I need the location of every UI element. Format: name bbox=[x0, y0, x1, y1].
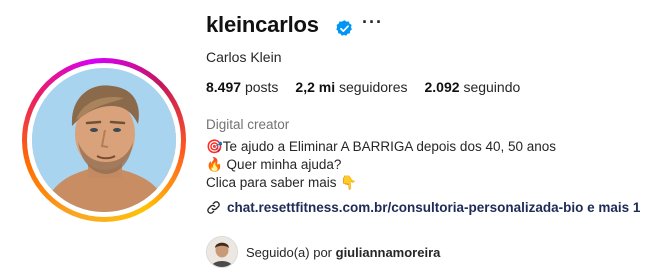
bio-line: Clica para saber mais 👇 bbox=[206, 175, 358, 190]
following-label: seguindo bbox=[463, 79, 521, 95]
follower-avatar[interactable] bbox=[206, 236, 238, 268]
profile-username: kleincarlos bbox=[206, 12, 319, 37]
posts-label: posts bbox=[244, 79, 279, 95]
bio-line: 🎯Te ajudo a Eliminar A BARRIGA depois do… bbox=[206, 139, 557, 154]
profile-stats: 8.497 posts 2,2 mi seguidores 2.092 segu… bbox=[206, 79, 520, 95]
followers-stat[interactable]: 2,2 mi seguidores bbox=[295, 79, 407, 95]
followed-by-text: Seguido(a) por giuliannamoreira bbox=[246, 245, 440, 260]
profile-avatar[interactable] bbox=[32, 68, 176, 212]
following-count: 2.092 bbox=[424, 79, 460, 95]
more-options-icon[interactable]: ··· bbox=[362, 12, 383, 33]
following-stat[interactable]: 2.092 seguindo bbox=[425, 79, 521, 95]
avatar-ring-gap bbox=[27, 63, 181, 217]
followed-by-user[interactable]: giuliannamoreira bbox=[336, 245, 441, 260]
profile-link[interactable]: chat.resettfitness.com.br/consultoria-pe… bbox=[206, 200, 640, 215]
profile-full-name: Carlos Klein bbox=[206, 49, 282, 65]
posts-count: 8.497 bbox=[206, 79, 242, 95]
posts-stat: 8.497 posts bbox=[206, 79, 278, 95]
profile-link-text[interactable]: chat.resettfitness.com.br/consultoria-pe… bbox=[227, 200, 640, 215]
profile-avatar-ring[interactable] bbox=[22, 58, 186, 222]
followed-by-prefix: Seguido(a) por bbox=[246, 244, 332, 260]
profile-category: Digital creator bbox=[206, 117, 290, 132]
follower-avatar-illustration bbox=[207, 237, 237, 267]
followers-label: seguidores bbox=[339, 79, 408, 95]
bio-line: 🔥 Quer minha ajuda? bbox=[206, 157, 342, 172]
followed-by-row[interactable]: Seguido(a) por giuliannamoreira bbox=[206, 236, 440, 268]
profile-bio: 🎯Te ajudo a Eliminar A BARRIGA depois do… bbox=[206, 138, 556, 192]
avatar-portrait-illustration bbox=[32, 68, 176, 212]
link-icon bbox=[207, 201, 220, 214]
followers-count: 2,2 mi bbox=[295, 79, 336, 95]
verified-badge-icon bbox=[336, 20, 352, 36]
